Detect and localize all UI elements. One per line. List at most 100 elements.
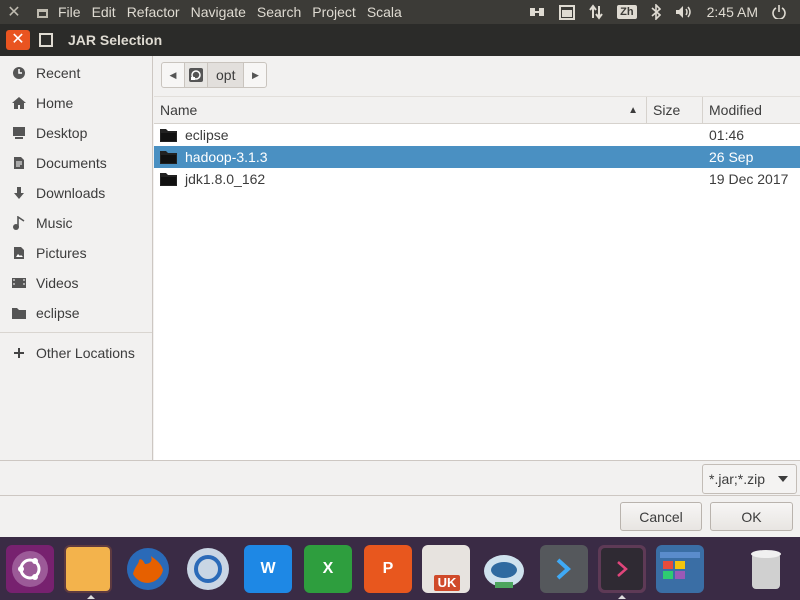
sidebar-item-home[interactable]: Home [0,88,152,118]
sort-ascending-icon: ▲ [628,104,638,116]
powerpoint-badge: P [382,560,394,577]
folder-icon [160,150,177,164]
files-icon[interactable] [64,545,112,593]
clock-icon [10,66,28,80]
software-center-icon[interactable]: UK [422,545,470,593]
firefox-icon[interactable] [124,545,172,593]
files-active-indicator [87,595,95,599]
file-name: hadoop-3.1.3 [185,149,268,165]
file-name-cell: hadoop-3.1.3 [154,149,703,165]
volume-icon[interactable] [675,5,693,19]
menu-refactor[interactable]: Refactor [127,4,180,20]
path-crumb-current[interactable]: opt [208,63,245,87]
file-type-filter-dropdown[interactable]: *.jar;*.zip [702,464,797,494]
path-bar: ◀ opt ▶ [161,62,268,88]
music-icon [10,216,28,230]
chevron-down-icon [778,476,788,482]
keyboard-layout-indicator[interactable]: Zh [617,5,637,19]
sidebar-item-label: Downloads [36,185,106,201]
places-sidebar: Recent Home Desktop Documents Downloads … [0,56,153,460]
vscode-icon[interactable] [540,545,588,593]
ok-button[interactable]: OK [710,502,793,531]
bluetooth-icon[interactable] [651,4,661,20]
browser-icon[interactable] [184,545,232,593]
excel-badge: X [322,560,334,577]
robot-icon[interactable] [480,545,528,593]
download-icon [10,186,28,200]
document-icon [10,156,28,170]
filesystem-root-button[interactable] [184,63,208,87]
column-header-name[interactable]: Name ▲ [154,97,647,123]
close-dialog-button[interactable]: ✕ [6,30,30,50]
terminal-active-indicator [618,595,626,599]
folder-icon [10,306,28,320]
sidebar-item-downloads[interactable]: Downloads [0,178,152,208]
sidebar-item-videos[interactable]: Videos [0,268,152,298]
sidebar-item-label: Videos [36,275,79,291]
column-header-size[interactable]: Size [647,97,703,123]
file-name-cell: eclipse [154,127,703,143]
sidebar-item-pictures[interactable]: Pictures [0,238,152,268]
filter-value: *.jar;*.zip [709,471,766,487]
menu-file[interactable]: File [58,4,81,20]
file-row[interactable]: jdk1.8.0_162 19 Dec 2017 [154,168,800,190]
network-icon[interactable] [529,5,545,19]
videos-icon [10,276,28,290]
column-header-modified[interactable]: Modified [703,97,800,123]
home-icon [10,96,28,110]
sidebar-item-other-locations[interactable]: Other Locations [0,338,152,368]
sidebar-item-documents[interactable]: Documents [0,148,152,178]
file-row-selected[interactable]: hadoop-3.1.3 26 Sep [154,146,800,168]
menu-edit[interactable]: Edit [92,4,116,20]
sidebar-item-recent[interactable]: Recent [0,58,152,88]
path-back-button[interactable]: ◀ [162,63,184,87]
calendar-icon[interactable] [559,4,576,20]
keyboard-layout-label: Zh [617,5,637,19]
word-badge: W [260,560,276,577]
dialog-titlebar: ✕ JAR Selection [0,24,800,56]
file-row[interactable]: eclipse 01:46 [154,124,800,146]
file-modified: 01:46 [709,127,745,143]
sidebar-separator [0,332,152,333]
menu-navigate[interactable]: Navigate [191,4,246,20]
sidebar-item-label: Pictures [36,245,87,261]
software-center-badge: UK [434,575,460,591]
menu-project[interactable]: Project [312,4,356,20]
path-forward-button[interactable]: ▶ [244,63,266,87]
column-name-label: Name [160,102,198,118]
disk-icon [189,68,203,82]
system-tray: Zh 2:45 AM [529,0,800,24]
file-modified: 26 Sep [709,149,754,165]
powerpoint-icon[interactable]: P [364,545,412,593]
sidebar-item-label: eclipse [36,305,80,321]
trash-icon[interactable] [742,545,790,593]
cancel-button[interactable]: Cancel [620,502,702,531]
sidebar-item-label: Other Locations [36,345,135,361]
excel-icon[interactable]: X [304,545,352,593]
close-app-icon[interactable]: ✕ [0,2,28,22]
minimize-icon[interactable] [28,4,56,20]
power-icon[interactable] [772,5,786,19]
dialog-button-bar: Cancel OK [0,497,800,535]
sidebar-item-music[interactable]: Music [0,208,152,238]
file-modified: 19 Dec 2017 [709,171,789,187]
sidebar-item-desktop[interactable]: Desktop [0,118,152,148]
menu-scala[interactable]: Scala [367,4,402,20]
pictures-icon [10,246,28,260]
word-icon[interactable]: W [244,545,292,593]
launcher-dock: W X P UK [0,537,800,600]
filter-bar: *.jar;*.zip [0,460,800,496]
terminal-icon[interactable] [598,545,646,593]
sidebar-item-label: Desktop [36,125,88,141]
file-list-header: Name ▲ Size Modified [154,96,800,124]
file-list: Name ▲ Size Modified eclipse 01:46 hadoo… [154,96,800,460]
maximize-icon[interactable] [39,33,53,47]
folder-icon [160,128,177,142]
ubuntu-icon[interactable] [6,545,54,593]
clock[interactable]: 2:45 AM [707,4,758,20]
transfer-icon[interactable] [589,4,603,20]
menu-search[interactable]: Search [257,4,301,20]
desktop-window-icon[interactable] [656,545,704,593]
plus-icon [10,347,28,359]
sidebar-item-eclipse[interactable]: eclipse [0,298,152,328]
